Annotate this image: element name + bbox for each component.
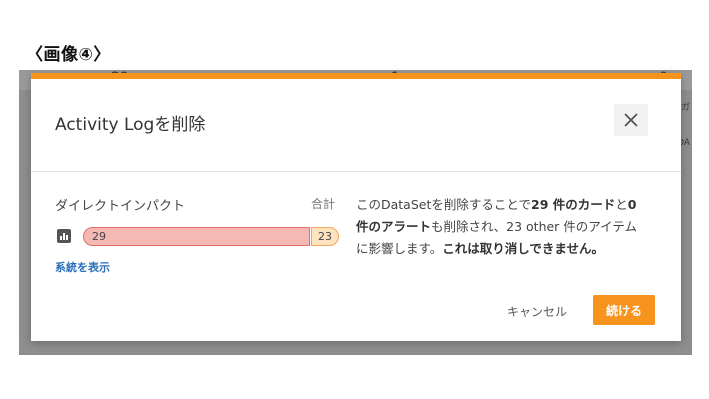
dialog-title: Activity Logを削除	[55, 115, 206, 135]
impact-bar: 29	[83, 227, 310, 246]
card-count: 29 件のカード	[531, 197, 616, 212]
close-icon	[624, 113, 638, 127]
show-lineage-link[interactable]: 系統を表示	[55, 259, 110, 275]
total-label: 合計	[311, 197, 336, 211]
irreversible-warning: これは取り消しできません。	[442, 241, 605, 256]
close-button[interactable]	[614, 104, 648, 136]
delete-dialog: Activity Logを削除 ダイレクトインパクト 合計 29 23 系統を表…	[31, 73, 681, 341]
delete-warning-message: このDataSetを削除することで29 件のカードと0 件のアラートも削除され、…	[356, 194, 646, 260]
cancel-button[interactable]: キャンセル	[499, 297, 575, 325]
background-side-text: ガ	[680, 103, 690, 113]
message-text: と	[615, 197, 628, 212]
message-text: このDataSetを削除することで	[356, 197, 531, 212]
total-count-badge: 23	[311, 227, 339, 246]
direct-impact-label: ダイレクトインパクト	[55, 199, 186, 214]
bar-chart-icon	[57, 229, 71, 243]
dialog-divider	[31, 171, 681, 172]
continue-button[interactable]: 続ける	[593, 295, 655, 325]
image-caption: 〈画像④〉	[26, 45, 111, 65]
